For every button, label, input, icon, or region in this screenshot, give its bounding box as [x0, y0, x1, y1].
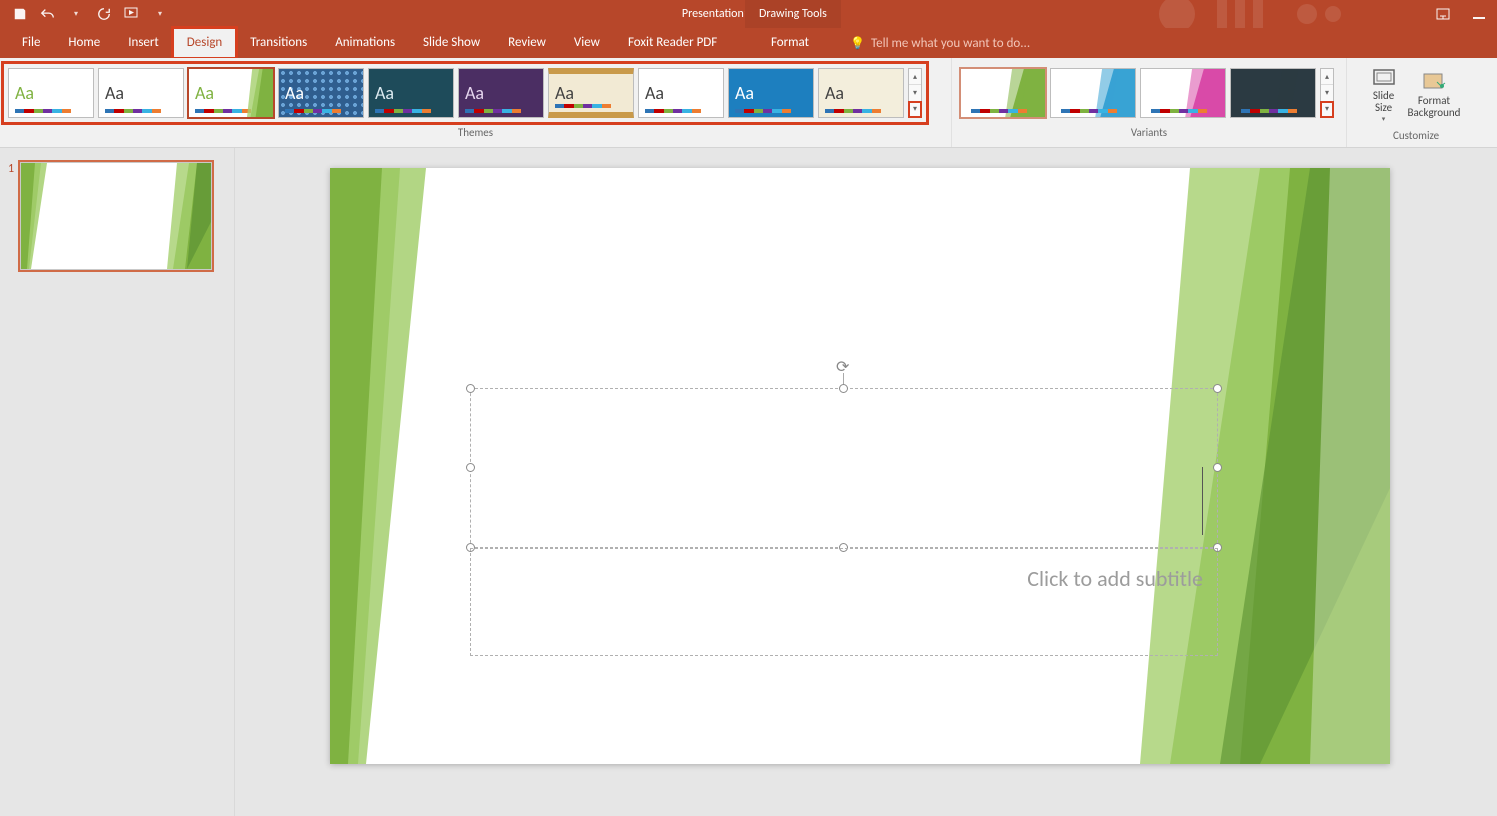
slide-canvas[interactable]: ⟳ Click to add subtitle	[330, 168, 1390, 764]
text-cursor	[1202, 467, 1203, 535]
resize-handle[interactable]	[839, 384, 848, 393]
resize-handle[interactable]	[1213, 463, 1222, 472]
variant-option-1[interactable]	[1050, 68, 1136, 118]
theme-option-2[interactable]: Aa	[188, 68, 274, 118]
theme-option-6[interactable]: Aa	[548, 68, 634, 118]
title-placeholder[interactable]: ⟳	[470, 388, 1218, 548]
format-background-icon	[1422, 71, 1446, 93]
group-customize: Slide Size ▾ Format Background Customize	[1347, 58, 1485, 147]
title-bar: ▾ ▾ Presentation1 - PowerPoint Drawing T…	[0, 0, 1497, 28]
resize-handle[interactable]	[1213, 384, 1222, 393]
theme-option-3[interactable]: Aa	[278, 68, 364, 118]
variant-option-3[interactable]	[1230, 68, 1316, 118]
tab-format[interactable]: Format	[745, 28, 835, 58]
tab-review[interactable]: Review	[494, 28, 560, 58]
group-themes: AaAaAaAaAaAaAaAaAaAa▴▾▾ Themes	[0, 58, 952, 147]
tell-me-search[interactable]: 💡 Tell me what you want to do...	[850, 28, 1030, 58]
lightbulb-icon: 💡	[850, 36, 865, 51]
group-label-variants: Variants	[958, 124, 1340, 142]
theme-option-5[interactable]: Aa	[458, 68, 544, 118]
gallery-scroll-icon[interactable]: ▾	[1321, 85, 1333, 101]
group-label-customize: Customize	[1393, 127, 1439, 145]
qat-customize-icon[interactable]: ▾	[152, 6, 168, 22]
variant-option-2[interactable]	[1140, 68, 1226, 118]
tab-foxit-reader-pdf[interactable]: Foxit Reader PDF	[614, 28, 731, 58]
variants-gallery[interactable]: ▴▾▾	[958, 66, 1336, 120]
tab-transitions[interactable]: Transitions	[236, 28, 321, 58]
tab-insert[interactable]: Insert	[114, 28, 173, 58]
theme-option-1[interactable]: Aa	[98, 68, 184, 118]
start-from-beginning-icon[interactable]	[124, 6, 140, 22]
subtitle-placeholder-text: Click to add subtitle	[1027, 565, 1203, 592]
tab-animations[interactable]: Animations	[321, 28, 409, 58]
slide-thumbnail[interactable]	[20, 162, 212, 270]
quick-access-toolbar: ▾ ▾	[0, 6, 168, 22]
variant-option-0[interactable]	[960, 68, 1046, 118]
tab-view[interactable]: View	[560, 28, 614, 58]
workspace: 1 ⟳	[0, 148, 1497, 816]
resize-handle[interactable]	[466, 384, 475, 393]
undo-dropdown-icon[interactable]: ▾	[68, 6, 84, 22]
subtitle-placeholder[interactable]: Click to add subtitle	[470, 548, 1218, 656]
contextual-tool-label: Drawing Tools	[745, 0, 841, 28]
gallery-scroll-icon[interactable]: ▴	[909, 69, 921, 85]
ribbon-design: AaAaAaAaAaAaAaAaAaAa▴▾▾ Themes ▴▾▾ Varia…	[0, 58, 1497, 148]
dropdown-icon: ▾	[1382, 114, 1386, 123]
undo-icon[interactable]	[40, 6, 56, 22]
theme-option-0[interactable]: Aa	[8, 68, 94, 118]
gallery-expand-icon[interactable]: ▾	[909, 102, 921, 117]
ribbon-display-options-icon[interactable]	[1435, 6, 1451, 22]
themes-gallery[interactable]: AaAaAaAaAaAaAaAaAaAa▴▾▾	[6, 66, 924, 120]
slide-panel[interactable]: 1	[0, 148, 235, 816]
redo-icon[interactable]	[96, 6, 112, 22]
gallery-scroll-icon[interactable]: ▴	[1321, 69, 1333, 85]
resize-handle[interactable]	[466, 463, 475, 472]
theme-option-9[interactable]: Aa	[818, 68, 904, 118]
minimize-icon[interactable]	[1471, 6, 1487, 22]
save-icon[interactable]	[12, 6, 28, 22]
slide-thumb-1[interactable]: 1	[8, 162, 226, 270]
theme-option-7[interactable]: Aa	[638, 68, 724, 118]
group-variants: ▴▾▾ Variants	[952, 58, 1347, 147]
group-label-themes: Themes	[6, 124, 945, 142]
tab-design[interactable]: Design	[173, 28, 236, 58]
format-background-button[interactable]: Format Background	[1404, 64, 1465, 125]
slide-size-icon	[1372, 66, 1396, 88]
slide-editor[interactable]: ⟳ Click to add subtitle	[235, 148, 1497, 816]
gallery-scroll-icon[interactable]: ▾	[909, 85, 921, 101]
tell-me-placeholder: Tell me what you want to do...	[871, 36, 1030, 51]
tab-home[interactable]: Home	[54, 28, 114, 58]
themes-gallery-more[interactable]: ▴▾▾	[908, 68, 922, 118]
tab-slide-show[interactable]: Slide Show	[409, 28, 494, 58]
slide-number: 1	[8, 162, 14, 176]
rotation-handle-icon[interactable]: ⟳	[836, 357, 852, 373]
slide-size-button[interactable]: Slide Size ▾	[1368, 64, 1400, 125]
gallery-expand-icon[interactable]: ▾	[1321, 102, 1333, 117]
theme-option-8[interactable]: Aa	[728, 68, 814, 118]
variants-gallery-more[interactable]: ▴▾▾	[1320, 68, 1334, 118]
theme-option-4[interactable]: Aa	[368, 68, 454, 118]
tab-file[interactable]: File	[8, 28, 54, 58]
ribbon-tabs: File Home Insert Design Transitions Anim…	[0, 28, 1497, 58]
